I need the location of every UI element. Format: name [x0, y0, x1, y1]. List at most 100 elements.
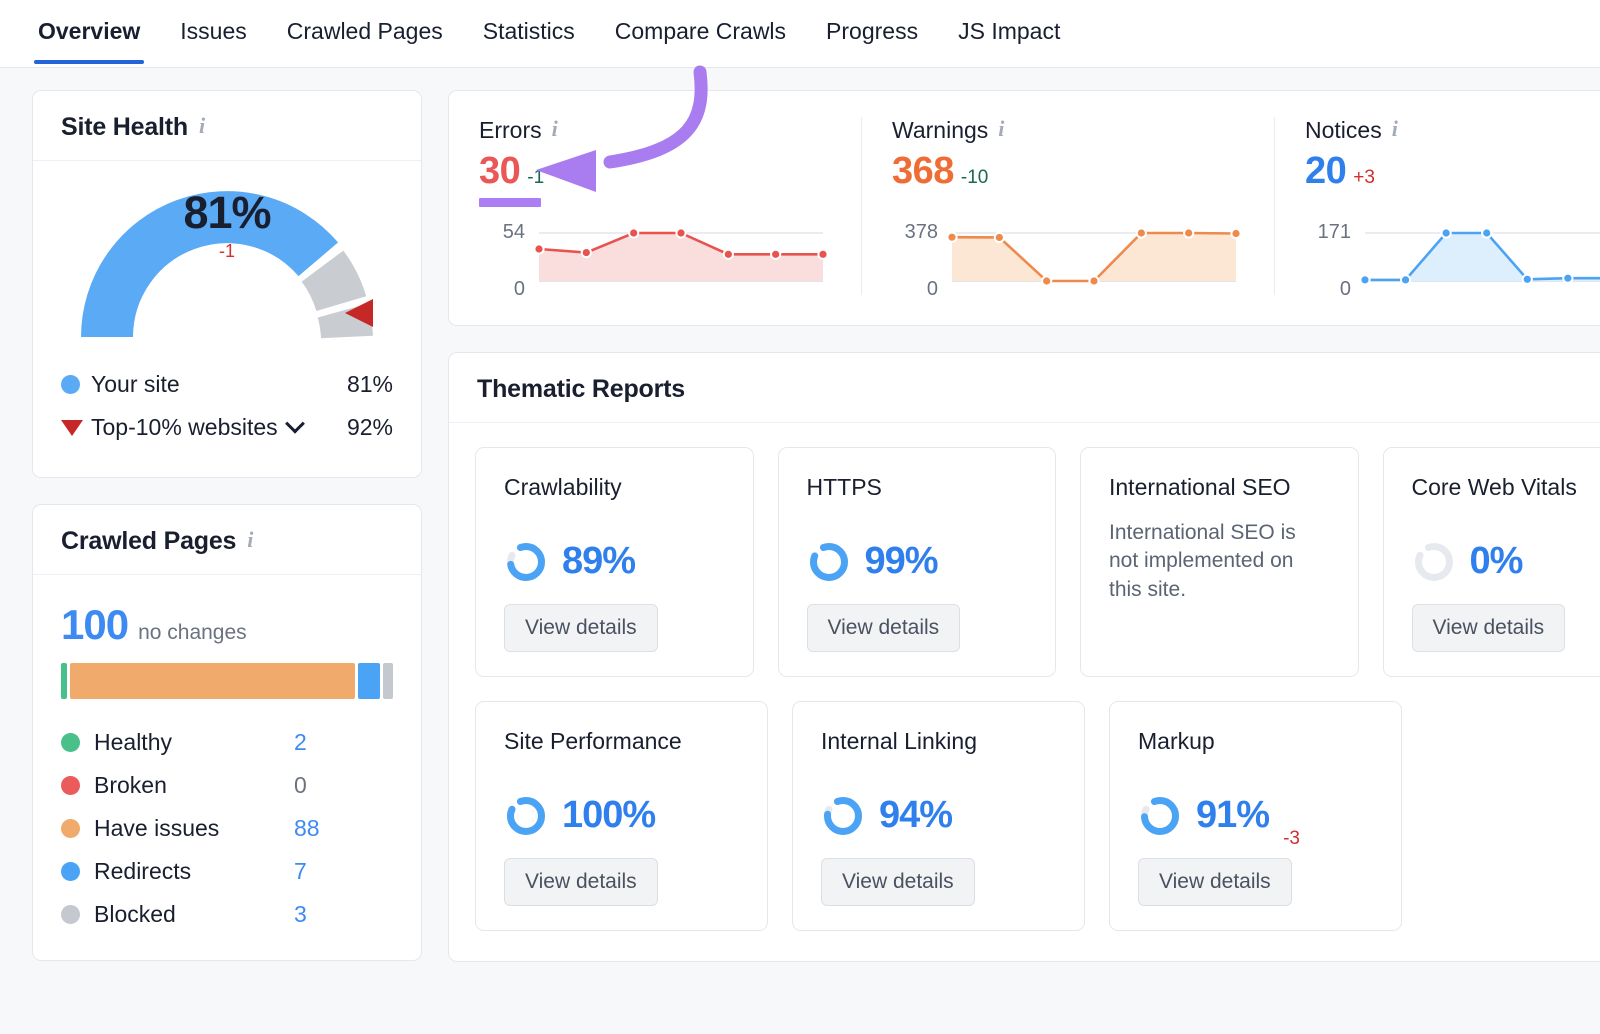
stat-value: 20 [1305, 150, 1346, 193]
view-details-button[interactable]: View details [807, 604, 961, 652]
triangle-down-icon [61, 420, 91, 436]
axis-label-top: 54 [503, 221, 525, 244]
thematic-card-percent: 0% [1470, 540, 1523, 583]
tab-issues[interactable]: Issues [176, 0, 250, 63]
stat-notices[interactable]: Noticesi20+31710 [1274, 117, 1600, 295]
gauge-svg [77, 187, 377, 355]
stat-value-row: 30-1 [479, 150, 831, 193]
issue-stats-row: Errorsi30-1540Warningsi368-103780Notices… [449, 91, 1600, 325]
sparkline-point [582, 248, 591, 257]
info-icon[interactable]: i [1392, 118, 1398, 140]
crawled-pages-legend-value[interactable]: 3 [294, 901, 307, 928]
crawled-pages-legend-value[interactable]: 88 [294, 815, 320, 842]
stat-header: Warnings i [892, 117, 1244, 144]
tab-overview[interactable]: Overview [34, 0, 144, 63]
bar-segment-redirects [358, 663, 381, 699]
thematic-card-metric: 100% [504, 773, 739, 858]
stat-errors[interactable]: Errorsi 30-1 540 [449, 117, 861, 295]
tab-statistics[interactable]: Statistics [479, 0, 579, 63]
triangle-down-icon [61, 420, 83, 436]
chevron-down-icon[interactable] [285, 414, 305, 434]
gauge-arc-gap-lower [323, 266, 342, 304]
sparkline-point [818, 250, 827, 259]
sparkline-point [995, 233, 1004, 242]
thematic-reports-row: Site Performance100%View detailsInternal… [475, 701, 1600, 931]
crawled-pages-legend-row: Have issues88 [61, 807, 393, 850]
crawled-pages-stacked-bar [61, 663, 393, 699]
sparkline-point [1442, 228, 1451, 237]
right-column: Errorsi30-1540Warningsi368-103780Notices… [448, 90, 1600, 962]
progress-donut-icon [504, 540, 548, 584]
crawled-pages-legend-value[interactable]: 2 [294, 729, 307, 756]
progress-donut-icon [821, 794, 865, 838]
thematic-card-metric: 0% [1412, 519, 1600, 604]
crawled-pages-body: 100 no changes Healthy2Broken0Have issue… [33, 575, 421, 960]
info-icon[interactable]: i [247, 529, 253, 551]
sparkline-svg [1357, 221, 1600, 295]
legend-dot-icon [61, 733, 80, 752]
site-health-card: Site Health i 81% -1 Your site81%Top-10%… [32, 90, 422, 478]
thematic-card-internal-linking: Internal Linking94%View details [792, 701, 1085, 931]
progress-donut-icon [504, 794, 548, 838]
site-health-legend-row[interactable]: Top-10% websites92% [61, 406, 393, 449]
thematic-card-metric: 89% [504, 519, 725, 604]
crawled-pages-change: no changes [138, 621, 247, 645]
thematic-card-title: Internal Linking [821, 728, 1056, 755]
thematic-card-https: HTTPS99%View details [778, 447, 1057, 677]
stat-value-row: 20+3 [1305, 150, 1600, 193]
crawled-pages-legend-label: Broken [94, 772, 294, 799]
crawled-pages-legend-label: Have issues [94, 815, 294, 842]
axis-label-top: 171 [1318, 221, 1351, 244]
sparkline-point [947, 233, 956, 242]
sparkline-axis: 1710 [1305, 225, 1357, 295]
crawled-pages-legend-label: Redirects [94, 858, 294, 885]
stat-label: Warnings [892, 117, 988, 144]
sparkline-point [1089, 276, 1098, 285]
crawled-pages-count: 100 [61, 601, 128, 649]
view-details-button[interactable]: View details [504, 604, 658, 652]
thematic-reports-header: Thematic Reports [449, 353, 1600, 423]
stat-header: Errorsi [479, 117, 831, 144]
sparkline-point [1042, 276, 1051, 285]
crawled-pages-legend-row: Healthy2 [61, 721, 393, 764]
info-icon[interactable]: i [998, 118, 1004, 140]
stat-warnings[interactable]: Warningsi368-103780 [861, 117, 1274, 295]
sparkline-point [1360, 275, 1369, 284]
sparkline-point [771, 250, 780, 259]
crawled-pages-legend-value[interactable]: 7 [294, 858, 307, 885]
tab-js-impact[interactable]: JS Impact [954, 0, 1064, 63]
thematic-reports-body: Crawlability89%View detailsHTTPS99%View … [449, 423, 1600, 961]
sparkline-point [1523, 275, 1532, 284]
site-health-title: Site Health [61, 113, 188, 142]
legend-dot-icon [61, 776, 80, 795]
tab-progress[interactable]: Progress [822, 0, 922, 63]
bar-segment-have-issues [70, 663, 354, 699]
info-icon[interactable]: i [199, 115, 205, 137]
view-details-button[interactable]: View details [1412, 604, 1566, 652]
thematic-card-site-performance: Site Performance100%View details [475, 701, 768, 931]
sparkline-point [676, 228, 685, 237]
thematic-card-title: Core Web Vitals [1412, 474, 1600, 501]
tab-compare-crawls[interactable]: Compare Crawls [611, 0, 790, 63]
view-details-button[interactable]: View details [821, 858, 975, 906]
sparkline-svg [531, 221, 831, 295]
left-column: Site Health i 81% -1 Your site81%Top-10%… [32, 90, 422, 961]
sparkline-point [1482, 228, 1491, 237]
axis-label-bottom: 0 [514, 278, 525, 301]
thematic-card-title: International SEO [1109, 474, 1330, 501]
view-details-button[interactable]: View details [1138, 858, 1292, 906]
view-details-button[interactable]: View details [504, 858, 658, 906]
thematic-card-percent: 91% [1196, 794, 1269, 837]
crawled-pages-legend-row: Redirects7 [61, 850, 393, 893]
gauge-arc-your-site [107, 217, 318, 337]
info-icon[interactable]: i [552, 118, 558, 140]
sparkline-point [629, 228, 638, 237]
stat-label: Errors [479, 117, 542, 144]
progress-donut-icon [1138, 794, 1182, 838]
thematic-reports-row: Crawlability89%View detailsHTTPS99%View … [475, 447, 1600, 677]
thematic-card-international-seo: International SEOInternational SEO is no… [1080, 447, 1359, 677]
tab-crawled-pages[interactable]: Crawled Pages [283, 0, 447, 63]
legend-dot-icon [61, 375, 80, 394]
sparkline-point [1401, 275, 1410, 284]
sparkline-axis: 540 [479, 225, 531, 295]
